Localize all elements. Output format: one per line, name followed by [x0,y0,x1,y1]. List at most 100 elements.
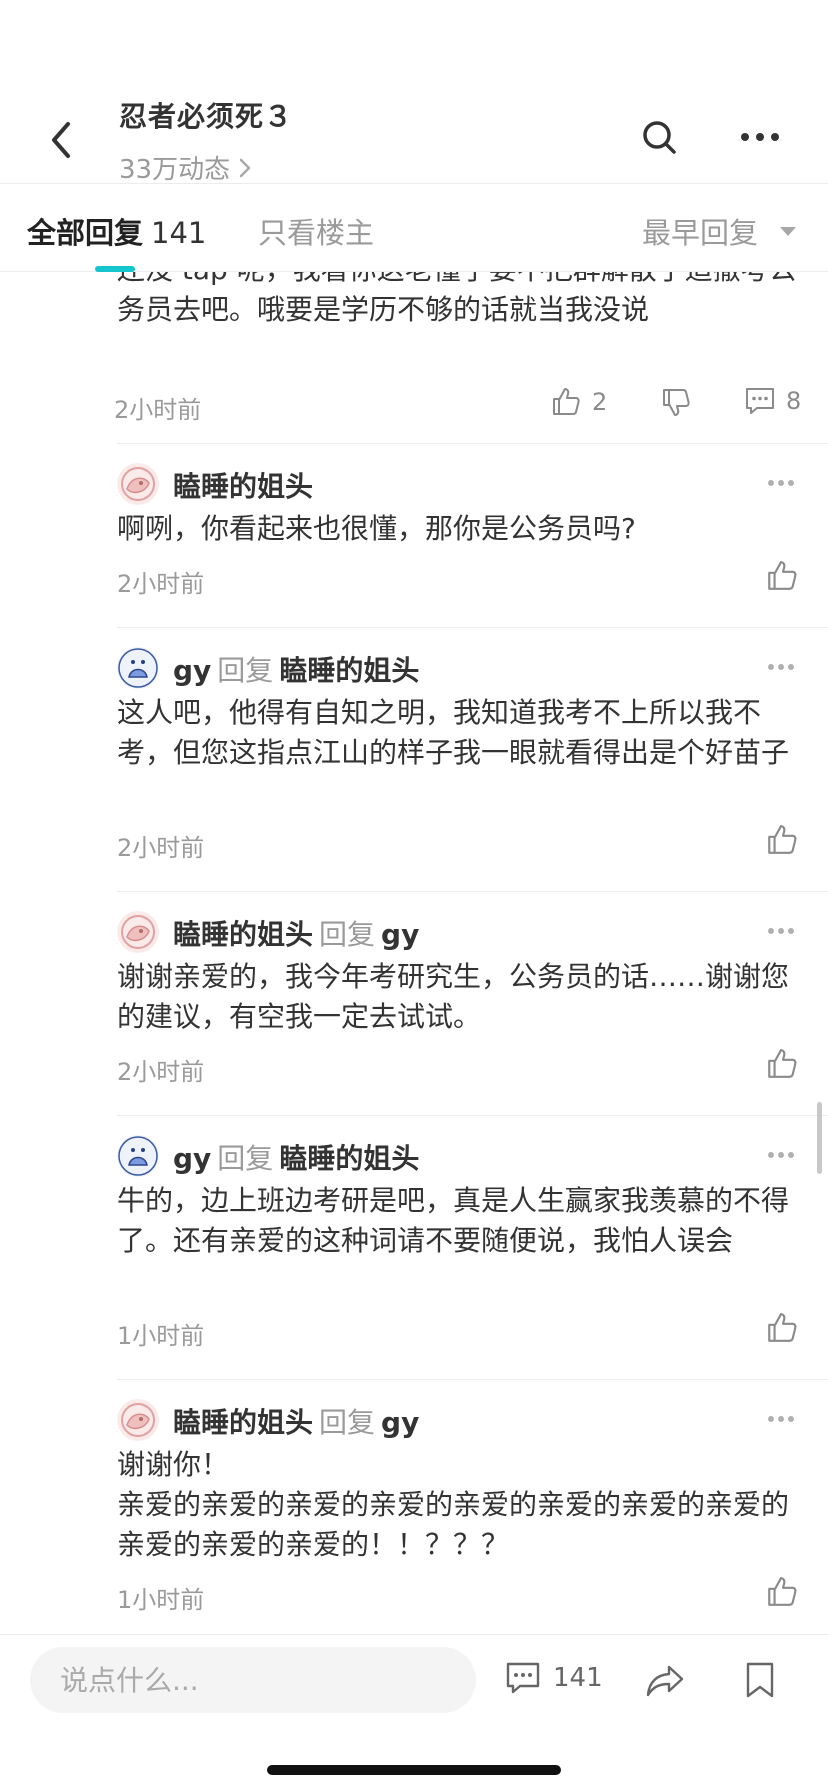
reply-text-line: 谢谢你！ [117,1448,230,1481]
sort-order-label: 最早回复 [642,216,759,250]
like-button[interactable]: 2 [550,386,607,418]
reply-time: 1小时前 [117,1586,205,1614]
search-icon [643,121,676,154]
avatar[interactable] [117,1135,159,1177]
activity-count-text: 33万动态 [119,155,231,185]
reply-time: 2小时前 [117,570,205,598]
comment-input[interactable] [30,1647,476,1713]
reply-filter-tabs: 全部回复 141 只看楼主 最早回复 [0,184,828,272]
reply-to-user[interactable]: 瞌睡的姐头 [279,1142,419,1175]
comment-icon [506,1662,540,1694]
like-count: 2 [592,388,608,416]
page-title: 忍者必须死３ [119,100,294,133]
reply-header: gy 回复 瞌睡的姐头 [173,1137,419,1177]
divider [117,443,828,444]
reply-to-user[interactable]: gy [381,1406,419,1439]
avatar[interactable] [117,647,159,689]
avatar-image [117,1399,159,1441]
comments-count: 141 [553,1663,603,1693]
chevron-right-icon [239,158,251,177]
more-horizontal-icon[interactable] [767,927,795,935]
back-button[interactable] [46,118,80,162]
divider [117,891,828,892]
avatar[interactable] [117,911,159,953]
reply-text: 啊咧，你看起来也很懂，那你是公务员吗? [117,512,636,545]
thumbs-up-icon[interactable] [765,1575,799,1609]
reply-text: 谢谢亲爱的，我今年考研究生，公务员的话……谢谢您的建议，有空我一定去试试。 [117,960,790,1033]
more-horizontal-icon[interactable] [767,663,795,671]
main-comment-meta: 2小时前 2 8 [114,386,814,426]
caret-down-icon [780,226,797,236]
reply-time: 2小时前 [117,1058,205,1086]
divider [117,1115,828,1116]
comment-thread: 还没 tap 呢，我看你这老懂了要不把群解散了适撤考公务员去吧。哦要是学历不够的… [0,272,828,1634]
bookmark-icon [746,1662,774,1698]
reply-author[interactable]: 瞌睡的姐头 [173,1406,313,1439]
reply-author[interactable]: gy [173,1142,211,1175]
comment-icon [746,388,774,414]
more-horizontal-icon [741,133,779,141]
forum-title-block: 忍者必须死３ 33万动态 [119,95,293,186]
avatar[interactable] [117,463,159,505]
reply-header: gy 回复 瞌睡的姐头 [173,649,419,689]
thumbs-up-icon[interactable] [765,823,799,857]
avatar-image [117,647,159,689]
chevron-left-icon [52,122,70,158]
reply-text: 这人吧，他得有自知之明，我知道我考不上所以我不考，但您这指点江山的样子我一眼就看… [117,696,790,769]
reply-word: 回复 [217,1142,274,1175]
tab-all-count: 141 [151,216,207,250]
share-button[interactable] [645,1663,685,1699]
bottom-action-bar: 141 [0,1634,828,1792]
reply-text-block: 谢谢你！ 亲爱的亲爱的亲爱的亲爱的亲爱的亲爱的亲爱的亲爱的亲爱的亲爱的亲爱的！！… [117,1445,797,1565]
avatar[interactable] [117,1399,159,1441]
avatar-image [117,1135,159,1177]
reply-word: 回复 [217,654,274,687]
reply-to-user[interactable]: 瞌睡的姐头 [279,654,419,687]
reply-word: 回复 [319,1406,376,1439]
reply-header: 瞌睡的姐头 回复 gy [173,1401,419,1441]
reply-text: 亲爱的亲爱的亲爱的亲爱的亲爱的亲爱的亲爱的亲爱的亲爱的亲爱的亲爱的！！？？？ [117,1488,790,1561]
tab-op-only[interactable]: 只看楼主 [258,210,374,252]
reply-time: 2小时前 [117,834,205,862]
reply-author[interactable]: 瞌睡的姐头 [173,470,313,503]
more-horizontal-icon[interactable] [767,479,795,487]
reply-item: gy 回复 瞌睡的姐头 这人吧，他得有自知之明，我知道我考不上所以我不考，但您这指点… [117,647,817,862]
reply-count: 8 [786,387,802,415]
reply-count-button[interactable]: 8 [744,386,801,416]
reply-header: 瞌睡的姐头 [173,465,313,505]
divider [117,627,828,628]
activity-count-link[interactable]: 33万动态 [119,149,293,186]
sort-order-dropdown[interactable]: 最早回复 [642,210,797,252]
reply-word: 回复 [319,918,376,951]
reply-text: 牛的，边上班边考研是吧，真是人生赢家我羡慕的不得了。还有亲爱的这种词请不要随便说… [117,1184,790,1257]
tab-all-replies[interactable]: 全部回复 141 [27,210,206,252]
reply-item: 瞌睡的姐头 回复 gy 谢谢亲爱的，我今年考研究生，公务员的话……谢谢您的建议，有空… [117,911,817,1101]
reply-item: 瞌睡的姐头 啊咧，你看起来也很懂，那你是公务员吗? 2小时前 [117,463,817,613]
main-comment-time: 2小时前 [114,396,202,424]
thumbs-up-icon[interactable] [765,1311,799,1345]
reply-author[interactable]: gy [173,654,211,687]
more-horizontal-icon[interactable] [767,1151,795,1159]
search-button[interactable] [640,118,680,158]
reply-time: 1小时前 [117,1322,205,1350]
dislike-button[interactable] [660,386,692,418]
comments-button[interactable]: 141 [505,1661,603,1695]
scrollbar[interactable] [817,1102,822,1174]
avatar-image [117,911,159,953]
reply-author[interactable]: 瞌睡的姐头 [173,918,313,951]
thumbs-up-icon[interactable] [765,559,799,593]
more-options-button[interactable] [740,125,780,149]
thumbs-down-icon [663,389,690,416]
top-nav-bar: 忍者必须死３ 33万动态 [0,0,828,186]
main-comment-text: 还没 tap 呢，我看你这老懂了要不把群解散了适撤考公务员去吧。哦要是学历不够的… [117,272,797,326]
reply-item: 瞌睡的姐头 回复 gy 谢谢你！ 亲爱的亲爱的亲爱的亲爱的亲爱的亲爱的亲爱的亲爱的亲… [117,1399,817,1619]
thumbs-up-icon[interactable] [765,1047,799,1081]
home-indicator[interactable] [267,1765,561,1775]
more-horizontal-icon[interactable] [767,1415,795,1423]
reply-to-user[interactable]: gy [381,918,419,951]
thumbs-up-icon [553,388,580,415]
reply-header: 瞌睡的姐头 回复 gy [173,913,419,953]
tab-all-label: 全部回复 [27,216,144,250]
avatar-image [117,463,159,505]
bookmark-button[interactable] [744,1661,776,1699]
